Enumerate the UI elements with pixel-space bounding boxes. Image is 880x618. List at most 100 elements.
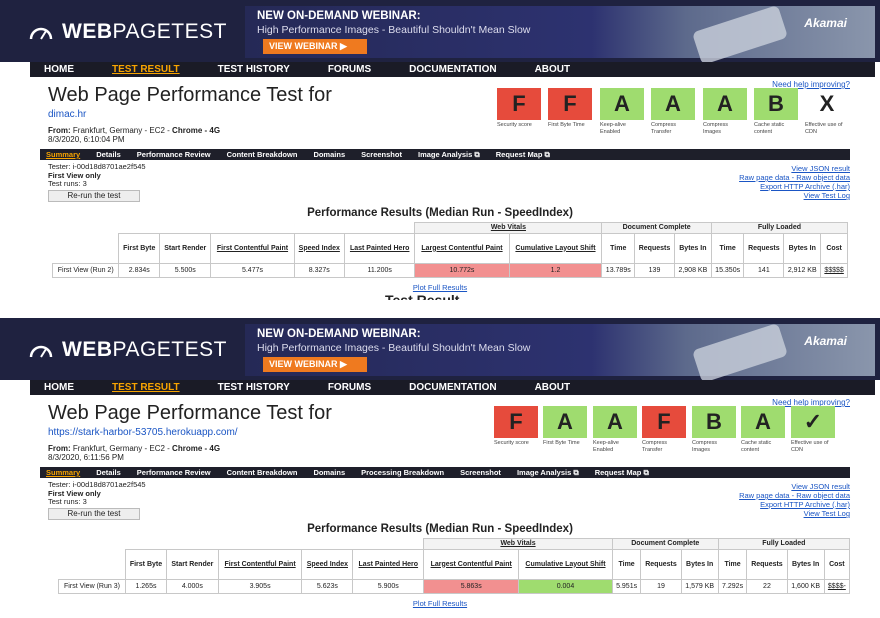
nav-home[interactable]: HOME — [44, 382, 74, 393]
tab-content-breakdown[interactable]: Content Breakdown — [227, 468, 298, 477]
lcp-header[interactable]: Largest Contentful Paint — [421, 245, 502, 252]
tab-image-analysis[interactable]: Image Analysis ⧉ — [517, 468, 579, 478]
tab-details[interactable]: Details — [96, 150, 121, 159]
first-byte-value: 1.265s — [124, 579, 167, 594]
lph-header[interactable]: Last Painted Hero — [359, 561, 419, 568]
nav-forums[interactable]: FORUMS — [328, 382, 371, 393]
plot-full-results-link[interactable]: Plot Full Results — [0, 283, 880, 292]
tab-performance-review[interactable]: Performance Review — [137, 468, 211, 477]
webinar-banner[interactable]: NEW ON-DEMAND WEBINAR: High Performance … — [245, 4, 875, 66]
tab-request-map[interactable]: Request Map ⧉ — [496, 150, 550, 160]
rerun-button[interactable]: Re-run the test — [48, 190, 140, 202]
first-byte-header: First Byte — [124, 549, 167, 580]
row-label[interactable]: First View (Run 2) — [51, 263, 120, 278]
export-har-link[interactable]: Export HTTP Archive (.har) — [760, 500, 850, 509]
tab-screenshot[interactable]: Screenshot — [361, 150, 402, 159]
grade-first-byte[interactable]: F — [548, 88, 592, 120]
web-vitals-header[interactable]: Web Vitals — [500, 540, 535, 547]
grade-cache-static[interactable]: B — [754, 88, 798, 120]
tab-summary[interactable]: Summary — [46, 150, 80, 159]
grade-label: Security score — [494, 440, 529, 446]
webpagetest-logo[interactable]: WEB PAGETEST — [28, 338, 227, 362]
fully-loaded-header: Fully Loaded — [710, 222, 849, 234]
raw-data-link[interactable]: Raw page data - Raw object data — [739, 491, 850, 500]
test-date: 8/3/2020, 6:10:04 PM — [48, 135, 125, 144]
document-complete-header: Document Complete — [611, 538, 719, 550]
main-nav: HOME TEST RESULT TEST HISTORY FORUMS DOC… — [30, 380, 875, 395]
plot-full-results-link[interactable]: Plot Full Results — [0, 599, 880, 608]
nav-about[interactable]: ABOUT — [535, 382, 571, 393]
grade-label: Cache static content — [741, 440, 772, 453]
nav-test-result[interactable]: TEST RESULT — [112, 64, 180, 75]
grade-cdn[interactable]: X — [805, 88, 849, 120]
tab-domains[interactable]: Domains — [313, 150, 345, 159]
grade-security[interactable]: F — [497, 88, 541, 120]
fcp-header[interactable]: First Contentful Paint — [224, 561, 295, 568]
grade-compress-transfer[interactable]: F — [642, 406, 686, 438]
tab-screenshot[interactable]: Screenshot — [460, 468, 501, 477]
cost-value[interactable]: $$$$$ — [820, 263, 848, 278]
tab-image-analysis[interactable]: Image Analysis ⧉ — [418, 150, 480, 160]
tab-details[interactable]: Details — [96, 468, 121, 477]
cls-header[interactable]: Cumulative Layout Shift — [525, 561, 605, 568]
speed-index-header[interactable]: Speed Index — [307, 561, 348, 568]
nav-test-history[interactable]: TEST HISTORY — [218, 64, 290, 75]
raw-data-link[interactable]: Raw page data - Raw object data — [739, 173, 850, 182]
view-test-log-link[interactable]: View Test Log — [804, 191, 850, 200]
nav-home[interactable]: HOME — [44, 64, 74, 75]
nav-forums[interactable]: FORUMS — [328, 64, 371, 75]
dc-time-value: 5.951s — [611, 579, 642, 594]
lcp-value: 5.863s — [423, 579, 520, 594]
grade-label: Security score — [497, 122, 532, 128]
nav-documentation[interactable]: DOCUMENTATION — [409, 382, 496, 393]
view-json-link[interactable]: View JSON result — [791, 482, 850, 491]
tab-summary[interactable]: Summary — [46, 468, 80, 477]
rerun-button[interactable]: Re-run the test — [48, 508, 140, 520]
nav-test-history[interactable]: TEST HISTORY — [218, 382, 290, 393]
grade-keep-alive[interactable]: A — [593, 406, 637, 438]
grade-cdn[interactable]: ✓ — [791, 406, 835, 438]
nav-about[interactable]: ABOUT — [535, 64, 571, 75]
tab-processing-breakdown[interactable]: Processing Breakdown — [361, 468, 444, 477]
lcp-header[interactable]: Largest Contentful Paint — [431, 561, 512, 568]
document-complete-header: Document Complete — [601, 222, 712, 234]
view-webinar-button[interactable]: VIEW WEBINAR ▶ — [263, 357, 367, 372]
nav-documentation[interactable]: DOCUMENTATION — [409, 64, 496, 75]
tab-domains[interactable]: Domains — [313, 468, 345, 477]
grade-security[interactable]: F — [494, 406, 538, 438]
grade-first-byte[interactable]: A — [543, 406, 587, 438]
webinar-banner[interactable]: NEW ON-DEMAND WEBINAR: High Performance … — [245, 322, 875, 384]
tab-request-map[interactable]: Request Map ⧉ — [595, 468, 649, 478]
cost-header: Cost — [820, 233, 848, 264]
export-har-link[interactable]: Export HTTP Archive (.har) — [760, 182, 850, 191]
view-webinar-button[interactable]: VIEW WEBINAR ▶ — [263, 39, 367, 54]
tester-info: Tester: i-00d18d8701ae2f545 First View o… — [48, 162, 146, 188]
grade-label: Cache static content — [754, 122, 785, 135]
row-label[interactable]: First View (Run 3) — [58, 579, 126, 594]
grade-compress-images[interactable]: B — [692, 406, 736, 438]
grade-keep-alive[interactable]: A — [600, 88, 644, 120]
fcp-header[interactable]: First Contentful Paint — [217, 245, 288, 252]
cls-header[interactable]: Cumulative Layout Shift — [515, 245, 595, 252]
grade-label: First Byte Time — [543, 440, 580, 446]
fl-time-value: 7.292s — [717, 579, 748, 594]
grade-cache-static[interactable]: A — [741, 406, 785, 438]
nav-test-result[interactable]: TEST RESULT — [112, 382, 180, 393]
web-vitals-header[interactable]: Web Vitals — [491, 224, 526, 231]
webpagetest-logo[interactable]: WEB PAGETEST — [28, 20, 227, 44]
speed-index-header[interactable]: Speed Index — [299, 245, 340, 252]
result-tabs: Summary Details Performance Review Conte… — [40, 149, 850, 160]
view-json-link[interactable]: View JSON result — [791, 164, 850, 173]
tested-url[interactable]: https://stark-harbor-53705.herokuapp.com… — [48, 427, 238, 438]
cost-value[interactable]: $$$$- — [823, 579, 851, 594]
tested-url[interactable]: dimac.hr — [48, 109, 86, 120]
view-test-log-link[interactable]: View Test Log — [804, 509, 850, 518]
lph-header[interactable]: Last Painted Hero — [350, 245, 410, 252]
tab-performance-review[interactable]: Performance Review — [137, 150, 211, 159]
fl-bytes-header: Bytes In — [786, 549, 825, 580]
tab-content-breakdown[interactable]: Content Breakdown — [227, 150, 298, 159]
grade-compress-transfer[interactable]: A — [651, 88, 695, 120]
lcp-value: 10.772s — [414, 263, 510, 278]
grade-compress-images[interactable]: A — [703, 88, 747, 120]
dc-time-header: Time — [601, 233, 636, 264]
